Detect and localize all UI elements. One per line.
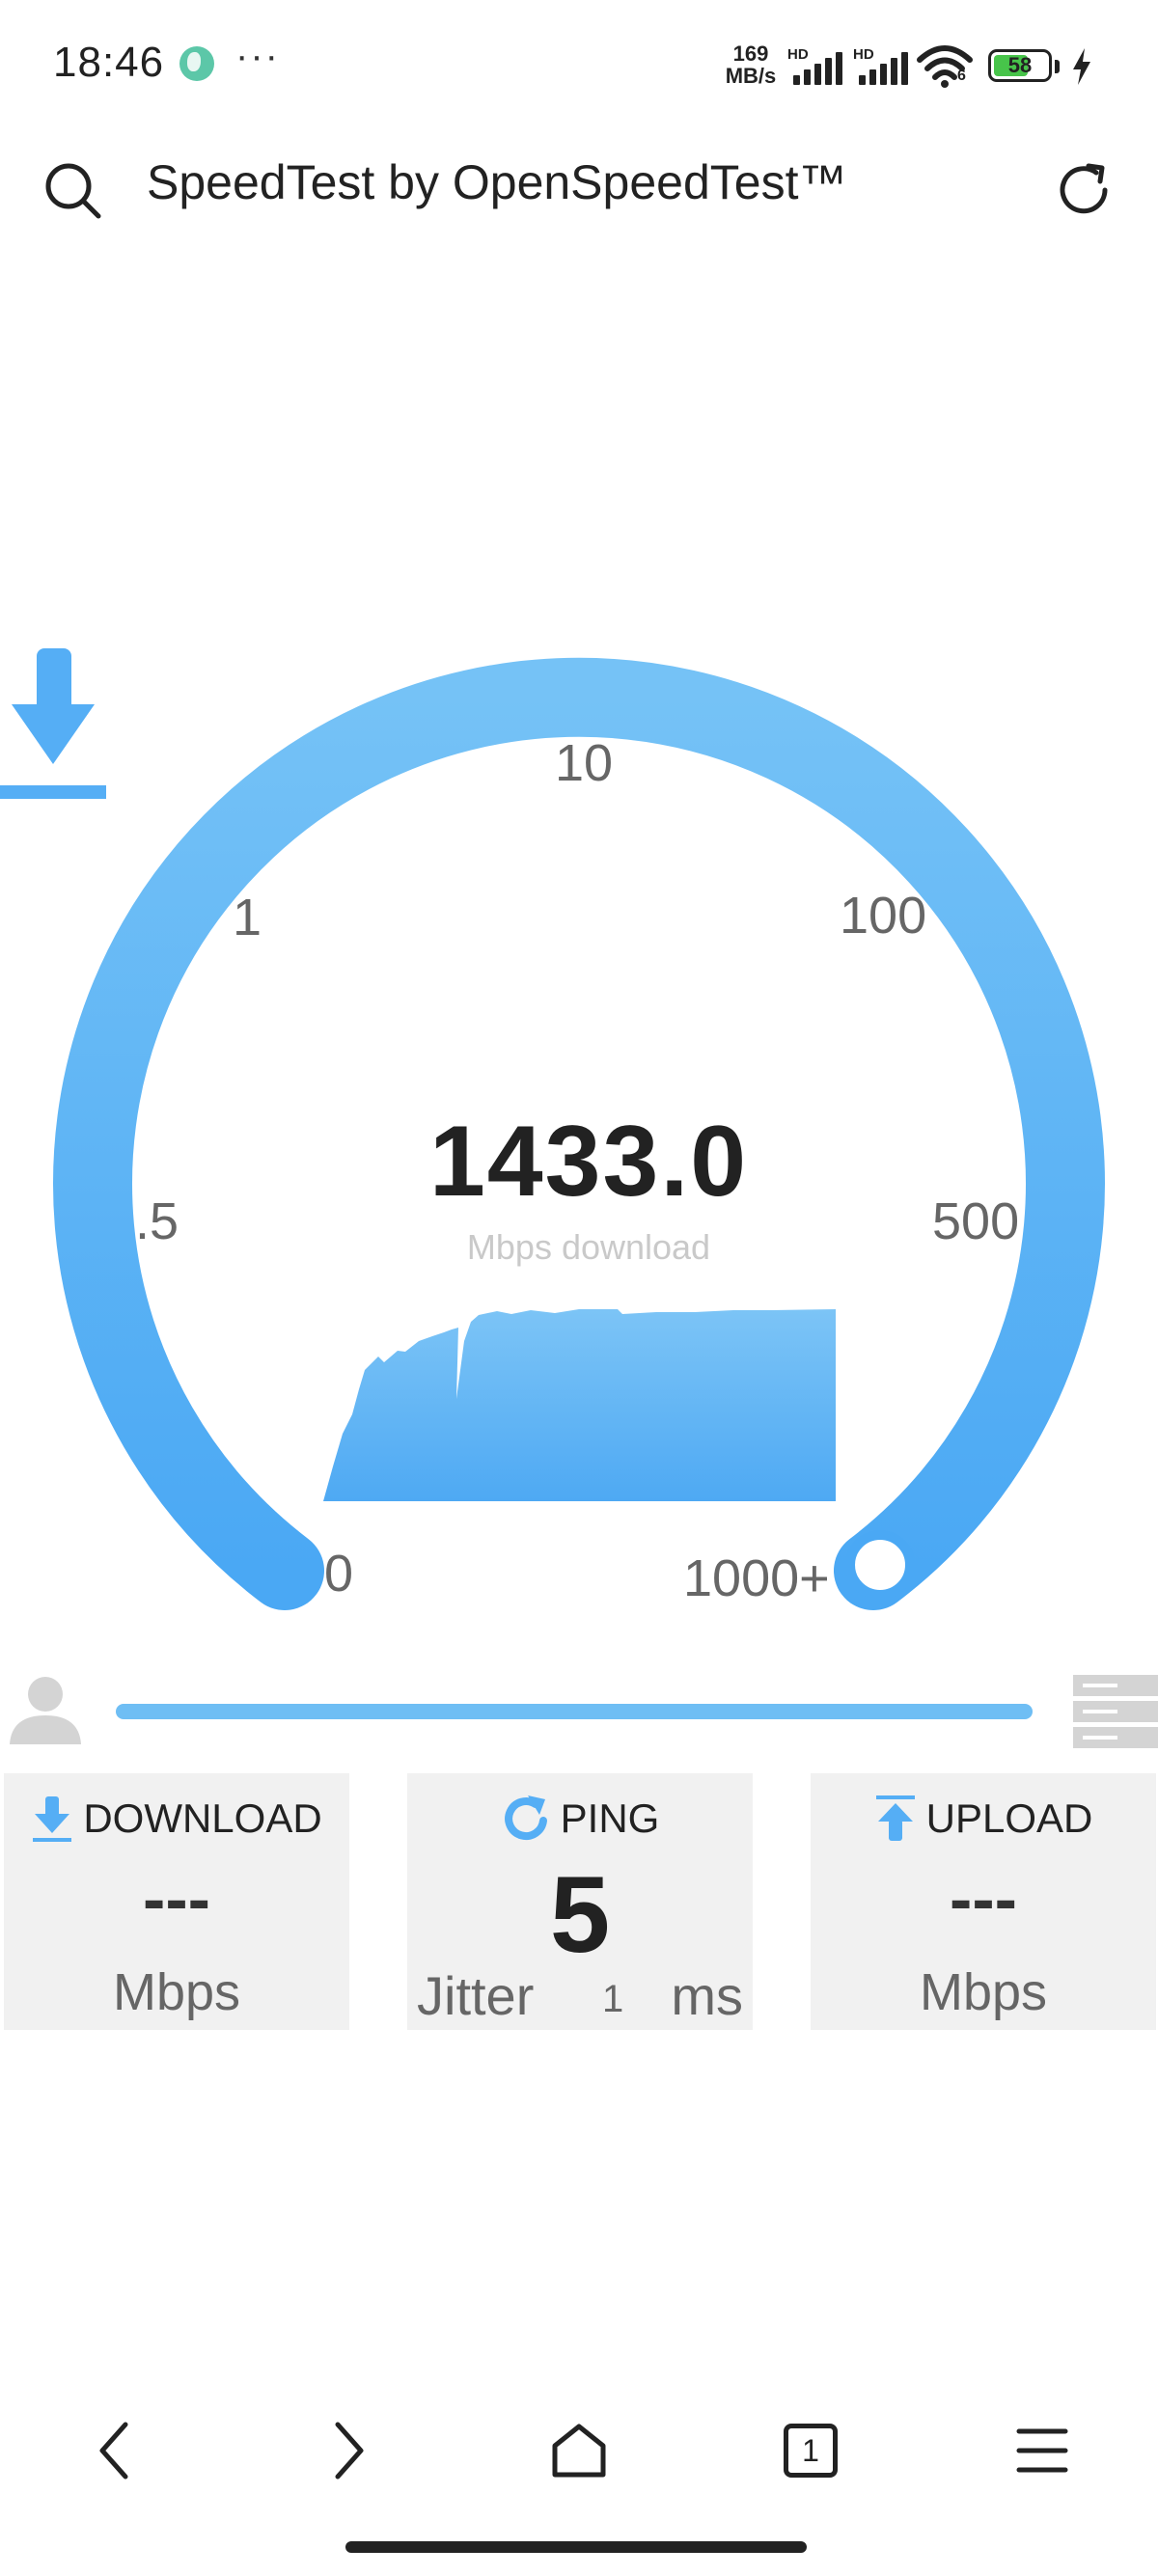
test-progress-bar	[116, 1704, 1033, 1719]
upload-card: UPLOAD --- Mbps	[811, 1773, 1156, 2030]
gauge-needle-knob	[845, 1530, 915, 1600]
upload-icon	[875, 1795, 915, 1841]
status-time: 18:46	[53, 39, 165, 86]
ping-card-header: PING	[407, 1793, 753, 1844]
current-speed-unit: Mbps download	[466, 1227, 711, 1267]
sim2-signal-icon: HD	[853, 46, 915, 85]
ping-card: PING 5 Jitter 1 ms	[407, 1773, 753, 2030]
sim1-signal-icon: HD	[787, 46, 849, 85]
tabs-button[interactable]: 1	[753, 2393, 868, 2508]
status-bar: 18:46 ··· 169 MB/s HD HD 6 58	[0, 0, 1158, 135]
network-speed-indicator: 169 MB/s	[720, 42, 782, 87]
download-graph	[323, 1309, 836, 1501]
download-card: DOWNLOAD --- Mbps	[4, 1773, 349, 2030]
refresh-icon[interactable]	[1050, 156, 1117, 224]
wifi-6-label: 6	[957, 68, 966, 84]
battery-level: 58	[1007, 53, 1033, 77]
more-notifications-icon: ···	[235, 35, 280, 77]
tick-0-5: .5	[135, 1192, 179, 1250]
client-user-icon	[10, 1677, 81, 1744]
ping-unit: ms	[671, 1965, 743, 2026]
battery-cap	[1055, 60, 1060, 73]
forward-button[interactable]	[290, 2393, 405, 2508]
tick-10: 10	[555, 734, 614, 792]
back-icon	[99, 2422, 128, 2480]
tick-1000-plus: 1000+	[683, 1549, 830, 1607]
menu-button[interactable]	[984, 2393, 1100, 2508]
current-speed-value: 1433.0	[428, 1106, 749, 1218]
upload-card-header: UPLOAD	[811, 1793, 1156, 1843]
home-icon	[552, 2424, 606, 2478]
ping-refresh-icon	[504, 1795, 547, 1840]
network-speed-unit: MB/s	[725, 64, 777, 88]
download-unit: Mbps	[112, 1963, 241, 2021]
network-speed-value: 169	[732, 41, 769, 66]
jitter-label: Jitter	[417, 1965, 535, 2026]
tick-500: 500	[932, 1192, 1020, 1250]
speed-gauge: 0 .5 1 10 100 500 1000+ 1433.0 Mbps down…	[0, 637, 1158, 1650]
charging-icon	[1073, 48, 1090, 85]
forward-icon	[335, 2422, 364, 2480]
tick-0: 0	[324, 1545, 354, 1603]
tabs-icon: 1	[784, 2424, 838, 2478]
tick-100: 100	[840, 887, 927, 945]
server-icon	[1073, 1675, 1158, 1748]
page-title[interactable]: SpeedTest by OpenSpeedTest™	[147, 154, 846, 210]
tab-count: 1	[802, 2433, 819, 2468]
download-icon	[33, 1795, 72, 1842]
download-label: DOWNLOAD	[83, 1795, 322, 1841]
search-icon[interactable]	[39, 156, 106, 224]
ping-value: 5	[549, 1854, 611, 1975]
tick-1: 1	[233, 889, 262, 946]
home-button[interactable]	[521, 2393, 637, 2508]
battery-icon: 58	[988, 49, 1052, 82]
ping-label: PING	[560, 1795, 660, 1841]
jitter-value: 1	[602, 1978, 624, 2020]
home-indicator-bar[interactable]	[345, 2541, 807, 2553]
download-card-header: DOWNLOAD	[4, 1793, 349, 1843]
upload-label: UPLOAD	[925, 1795, 1093, 1841]
browser-globe-icon	[179, 46, 214, 81]
browser-top-bar: SpeedTest by OpenSpeedTest™	[0, 135, 1158, 260]
upload-unit: Mbps	[919, 1963, 1048, 2021]
back-button[interactable]	[58, 2393, 174, 2508]
browser-bottom-nav: 1	[0, 2393, 1158, 2518]
download-value: ---	[143, 1861, 210, 1936]
menu-icon	[1016, 2428, 1068, 2473]
upload-value: ---	[950, 1861, 1017, 1936]
download-arrow-icon	[0, 648, 106, 799]
